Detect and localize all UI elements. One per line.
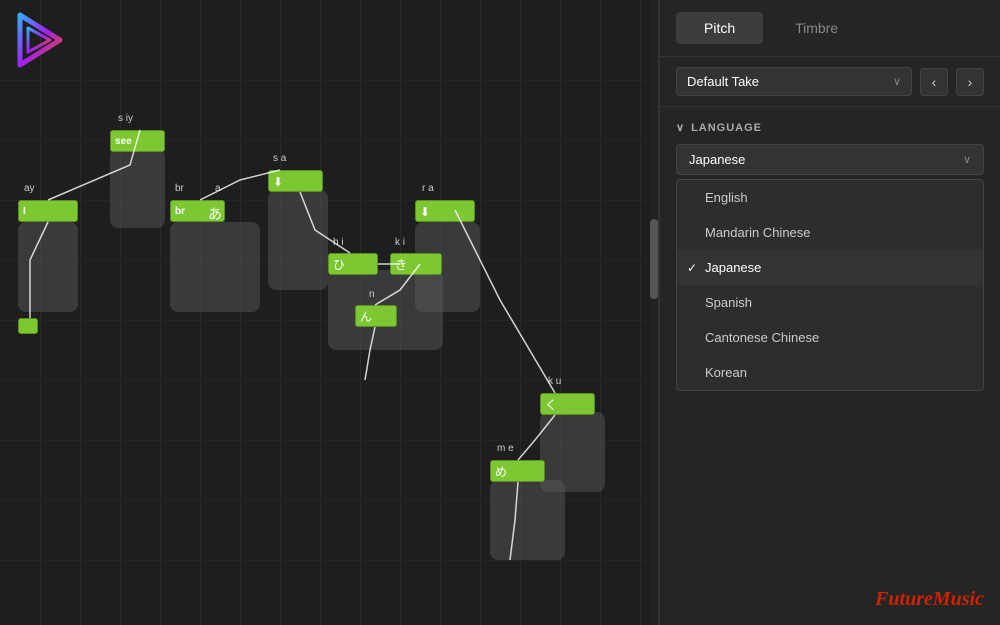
korean-label: Korean [705, 365, 747, 380]
phoneme-me: m e [497, 443, 514, 454]
note-I[interactable]: I [18, 200, 78, 222]
language-option-japanese[interactable]: ✓ Japanese [677, 250, 983, 285]
language-select-btn[interactable]: Japanese ∨ [676, 144, 984, 175]
waveform-1 [18, 222, 78, 312]
note-n[interactable]: ん [355, 305, 397, 327]
right-panel: Pitch Timbre Default Take ∨ ‹ › ∨ LANGUA… [660, 0, 1000, 625]
spanish-label: Spanish [705, 295, 752, 310]
note-ra[interactable]: ⬇ [415, 200, 475, 222]
waveform-3 [268, 190, 328, 290]
note-hi[interactable]: ひ [328, 253, 378, 275]
language-chevron-icon: ∨ [963, 153, 971, 166]
language-option-mandarin[interactable]: Mandarin Chinese [677, 215, 983, 250]
phoneme-hi: h i [333, 237, 344, 248]
take-selector[interactable]: Default Take ∨ [676, 67, 912, 96]
phoneme-ra: r a [422, 183, 434, 194]
take-label: Default Take [687, 74, 759, 89]
note-ku[interactable]: く [540, 393, 595, 415]
language-dropdown: English Mandarin Chinese ✓ Japanese Span… [676, 179, 984, 391]
phoneme-ay: ay [24, 183, 35, 194]
language-option-korean[interactable]: Korean [677, 355, 983, 390]
waveform-7 [540, 412, 605, 492]
app-logo [10, 10, 70, 70]
note-low[interactable] [18, 318, 38, 334]
language-section-header: ∨ LANGUAGE [676, 121, 984, 134]
phoneme-sa: s a [273, 153, 286, 164]
phoneme-n: n [369, 289, 375, 300]
section-title: LANGUAGE [691, 122, 762, 134]
note-sa[interactable]: ⬇ [268, 170, 323, 192]
waveform-6 [490, 480, 565, 560]
note-me[interactable]: め [490, 460, 545, 482]
phoneme-ku: k u [548, 376, 561, 387]
scrollbar-track[interactable] [650, 0, 658, 625]
toolbar: Pitch Timbre [660, 0, 1000, 57]
phoneme-symbol-1: あ [208, 204, 222, 224]
language-current-value: Japanese [689, 152, 745, 167]
timbre-tab[interactable]: Timbre [767, 12, 866, 44]
cantonese-label: Cantonese Chinese [705, 330, 819, 345]
check-icon: ✓ [687, 261, 697, 275]
phoneme-br: br [175, 183, 184, 194]
prev-take-btn[interactable]: ‹ [920, 68, 948, 96]
take-chevron: ∨ [893, 75, 901, 88]
scrollbar-thumb[interactable] [650, 219, 658, 299]
language-option-english[interactable]: English [677, 180, 983, 215]
phoneme-a: a [215, 183, 221, 194]
next-take-btn[interactable]: › [956, 68, 984, 96]
mandarin-label: Mandarin Chinese [705, 225, 811, 240]
waveform-8 [110, 148, 165, 228]
phoneme-ki: k i [395, 237, 405, 248]
piano-roll[interactable]: see s iy I ay br br あ a ⬇ s a ⬇ r a ひ h … [0, 0, 660, 625]
note-ki[interactable]: き [390, 253, 442, 275]
waveform-2 [170, 222, 260, 312]
pitch-tab[interactable]: Pitch [676, 12, 763, 44]
language-option-spanish[interactable]: Spanish [677, 285, 983, 320]
language-section: ∨ LANGUAGE Japanese ∨ English Mandarin C… [660, 107, 1000, 391]
take-row: Default Take ∨ ‹ › [660, 57, 1000, 107]
japanese-label: Japanese [705, 260, 761, 275]
futuremusic-branding: FutureMusic [875, 588, 984, 611]
note-see[interactable]: see [110, 130, 165, 152]
language-option-cantonese[interactable]: Cantonese Chinese [677, 320, 983, 355]
section-collapse-icon[interactable]: ∨ [676, 121, 685, 134]
english-label: English [705, 190, 748, 205]
phoneme-siy: s iy [118, 113, 133, 124]
